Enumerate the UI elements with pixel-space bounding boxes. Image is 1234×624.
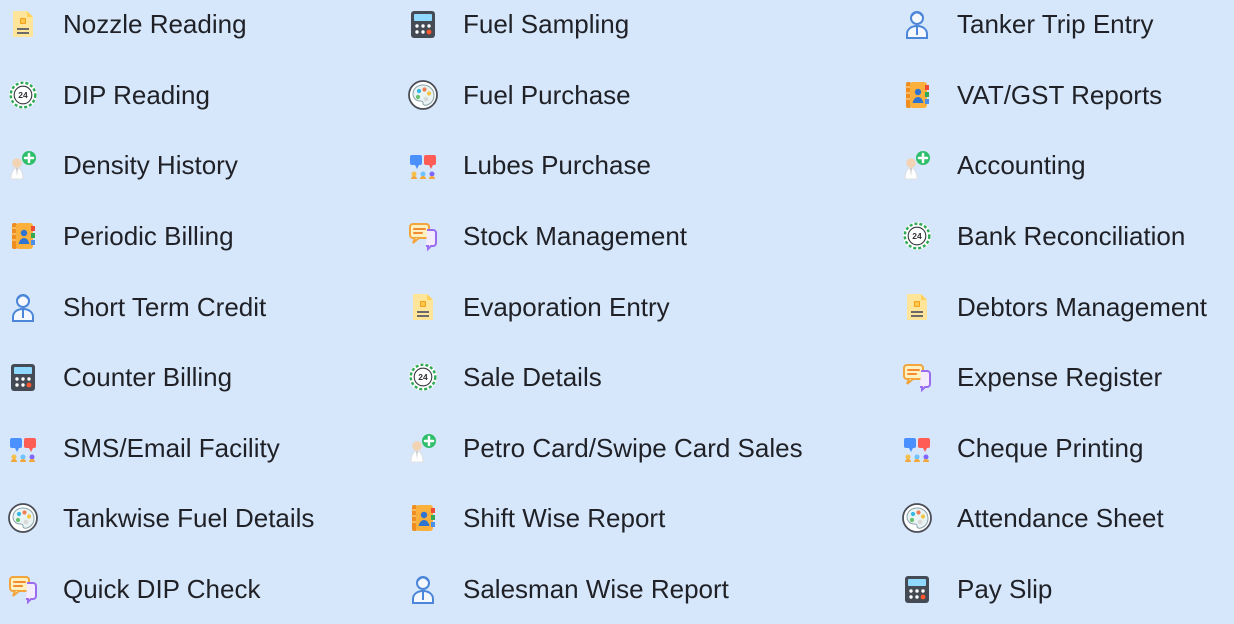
feature-label: Bank Reconciliation bbox=[957, 221, 1186, 252]
user-icon bbox=[406, 572, 440, 606]
feature-label: Shift Wise Report bbox=[463, 503, 666, 534]
palette-icon bbox=[6, 501, 40, 535]
user-icon bbox=[6, 290, 40, 324]
feature-item[interactable]: Stock Management bbox=[406, 201, 803, 272]
feature-label: Debtors Management bbox=[957, 291, 1208, 322]
feature-label: DIP Reading bbox=[63, 79, 210, 110]
feature-label: Cheque Printing bbox=[957, 432, 1144, 463]
feature-label: Stock Management bbox=[463, 221, 688, 252]
feature-label: Tanker Trip Entry bbox=[957, 9, 1154, 40]
feature-item[interactable]: 24 DIP Reading bbox=[6, 60, 314, 131]
feature-item[interactable]: 24 Sale Details bbox=[406, 342, 803, 413]
feature-item[interactable]: Evaporation Entry bbox=[406, 271, 803, 342]
feature-label: Density History bbox=[63, 150, 238, 181]
clock-24-icon: 24 bbox=[900, 219, 934, 253]
feature-label: Attendance Sheet bbox=[957, 503, 1164, 534]
feature-item[interactable]: Cheque Printing bbox=[900, 413, 1207, 484]
contacts-book-icon bbox=[406, 501, 440, 535]
support-agent-icon bbox=[406, 431, 440, 465]
feature-item[interactable]: Shift Wise Report bbox=[406, 483, 803, 554]
feature-label: Pay Slip bbox=[957, 574, 1053, 605]
calculator-icon bbox=[406, 7, 440, 41]
feature-item[interactable]: Density History bbox=[6, 130, 314, 201]
chat-bubbles-icon bbox=[900, 360, 934, 394]
document-icon bbox=[900, 290, 934, 324]
contacts-book-icon bbox=[6, 219, 40, 253]
palette-icon bbox=[406, 78, 440, 112]
chat-bubbles-icon bbox=[6, 572, 40, 606]
feature-item[interactable]: Fuel Purchase bbox=[406, 60, 803, 131]
feature-label: Counter Billing bbox=[63, 362, 233, 393]
feature-item[interactable]: Accounting bbox=[900, 130, 1207, 201]
feature-item[interactable]: VAT/GST Reports bbox=[900, 60, 1207, 131]
calculator-icon bbox=[900, 572, 934, 606]
feature-item[interactable]: Short Term Credit bbox=[6, 271, 314, 342]
feature-item[interactable]: Expense Register bbox=[900, 342, 1207, 413]
feature-item[interactable]: Nozzle Reading bbox=[6, 0, 314, 60]
feature-label: Lubes Purchase bbox=[463, 150, 651, 181]
feature-label: Sale Details bbox=[463, 362, 602, 393]
feature-label: Expense Register bbox=[957, 362, 1163, 393]
feature-label: Short Term Credit bbox=[63, 291, 267, 322]
feature-label: Periodic Billing bbox=[63, 221, 234, 252]
clock-24-text: 24 bbox=[18, 90, 28, 100]
chat-bubbles-icon bbox=[406, 219, 440, 253]
feature-item[interactable]: 24 Bank Reconciliation bbox=[900, 201, 1207, 272]
feature-column-3: Tanker Trip Entry VAT/GST Reports Accoun… bbox=[900, 0, 1207, 624]
clock-24-text: 24 bbox=[912, 231, 922, 241]
feature-item[interactable]: Tanker Trip Entry bbox=[900, 0, 1207, 60]
feature-item[interactable]: Periodic Billing bbox=[6, 201, 314, 272]
feature-item[interactable]: Lubes Purchase bbox=[406, 130, 803, 201]
feature-item[interactable]: Tankwise Fuel Details bbox=[6, 483, 314, 554]
feature-column-2: Fuel Sampling Fuel Purchase Lubes Purcha… bbox=[406, 0, 803, 624]
feature-label: Salesman Wise Report bbox=[463, 574, 729, 605]
feature-item[interactable]: Fuel Sampling bbox=[406, 0, 803, 60]
document-icon bbox=[406, 290, 440, 324]
feature-label: Accounting bbox=[957, 150, 1086, 181]
feature-label: Fuel Purchase bbox=[463, 79, 631, 110]
contacts-book-icon bbox=[900, 78, 934, 112]
feature-label: VAT/GST Reports bbox=[957, 79, 1163, 110]
feature-item[interactable]: Counter Billing bbox=[6, 342, 314, 413]
support-agent-icon bbox=[6, 148, 40, 182]
feature-label: Nozzle Reading bbox=[63, 9, 247, 40]
calculator-icon bbox=[6, 360, 40, 394]
feature-label: Fuel Sampling bbox=[463, 9, 630, 40]
feature-label: Petro Card/Swipe Card Sales bbox=[463, 432, 803, 463]
feature-item[interactable]: Petro Card/Swipe Card Sales bbox=[406, 413, 803, 484]
feature-label: SMS/Email Facility bbox=[63, 432, 280, 463]
feature-item[interactable]: Salesman Wise Report bbox=[406, 554, 803, 624]
team-chat-icon bbox=[406, 148, 440, 182]
feature-item[interactable]: Attendance Sheet bbox=[900, 483, 1207, 554]
support-agent-icon bbox=[900, 148, 934, 182]
user-icon bbox=[900, 7, 934, 41]
document-icon bbox=[6, 7, 40, 41]
clock-24-icon: 24 bbox=[406, 360, 440, 394]
feature-label: Tankwise Fuel Details bbox=[63, 503, 315, 534]
feature-item[interactable]: Pay Slip bbox=[900, 554, 1207, 624]
feature-item[interactable]: Debtors Management bbox=[900, 271, 1207, 342]
feature-grid: Nozzle Reading 24 DIP Reading Density Hi… bbox=[0, 0, 1234, 607]
clock-24-icon: 24 bbox=[6, 78, 40, 112]
palette-icon bbox=[900, 501, 934, 535]
clock-24-text: 24 bbox=[418, 372, 428, 382]
feature-item[interactable]: SMS/Email Facility bbox=[6, 413, 314, 484]
team-chat-icon bbox=[6, 431, 40, 465]
feature-label: Evaporation Entry bbox=[463, 291, 670, 322]
team-chat-icon bbox=[900, 431, 934, 465]
feature-column-1: Nozzle Reading 24 DIP Reading Density Hi… bbox=[6, 0, 314, 624]
feature-label: Quick DIP Check bbox=[63, 574, 261, 605]
feature-item[interactable]: Quick DIP Check bbox=[6, 554, 314, 624]
